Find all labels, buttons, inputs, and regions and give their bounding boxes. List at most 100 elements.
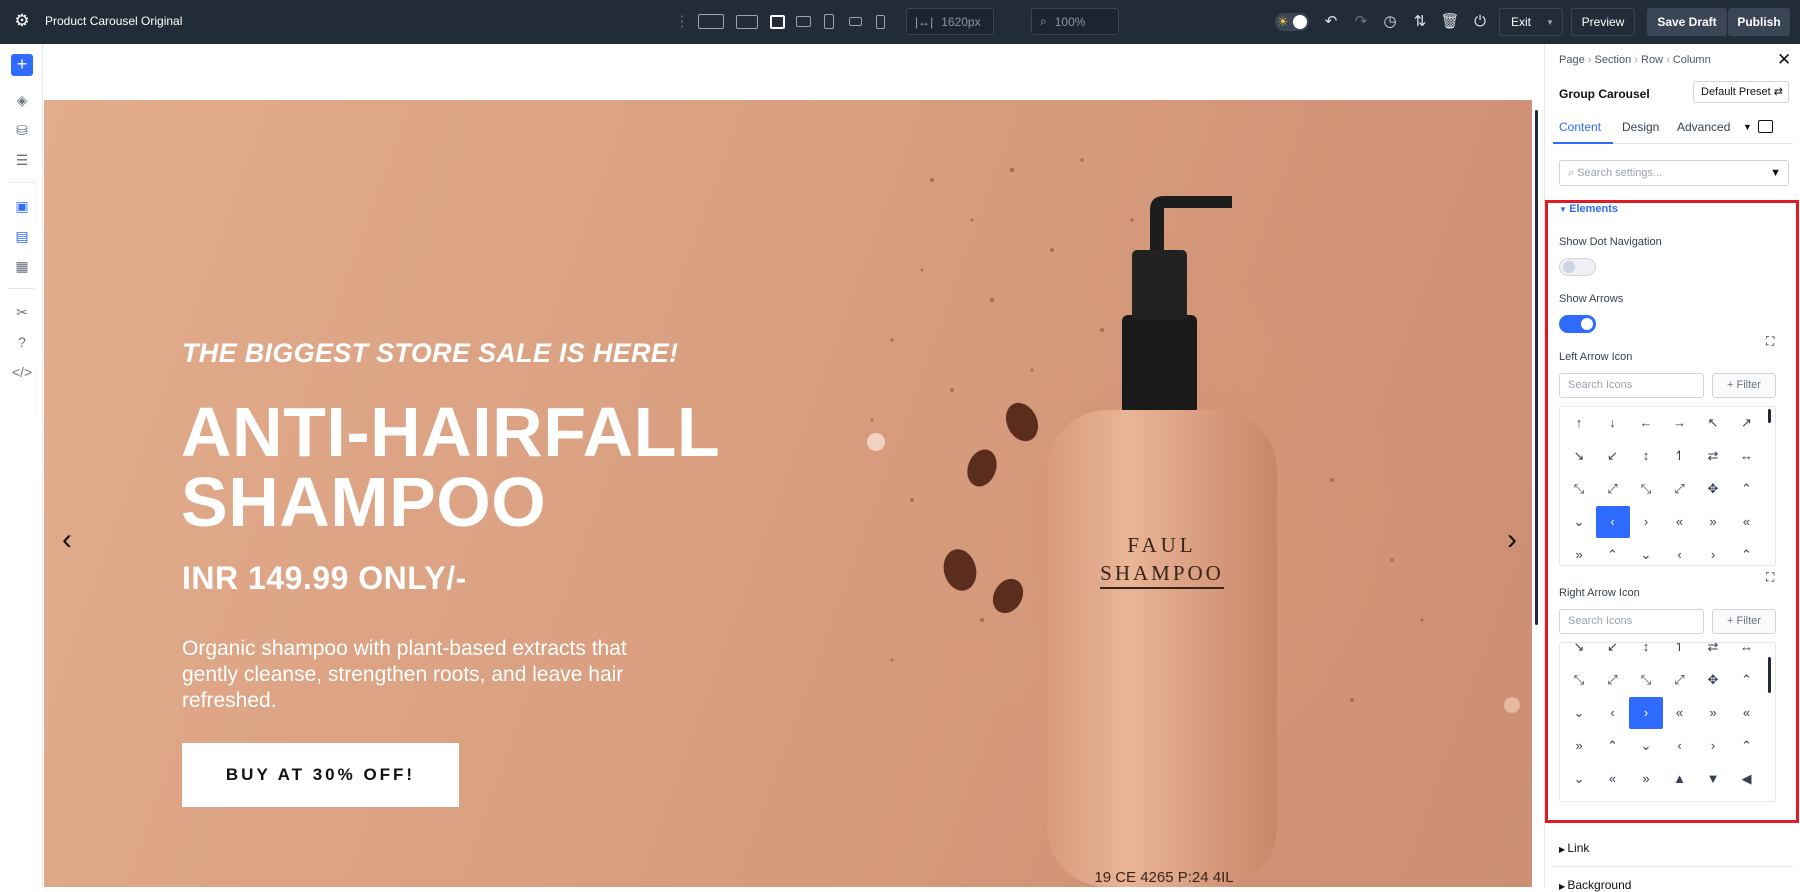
icon-option[interactable]: ↿: [1663, 440, 1697, 472]
tools-icon[interactable]: ✂: [11, 302, 33, 322]
zoom-field[interactable]: ⌕ 100%: [1031, 8, 1119, 35]
left-icon-search-input[interactable]: Search Icons: [1559, 373, 1704, 398]
icon-option[interactable]: ↘: [1562, 440, 1596, 472]
icon-option[interactable]: »: [1562, 730, 1596, 762]
redo-icon[interactable]: ↷: [1351, 12, 1371, 32]
icon-option[interactable]: «: [1730, 697, 1764, 729]
icon-option[interactable]: ✥: [1696, 473, 1730, 505]
desktop-icon[interactable]: [735, 13, 759, 30]
icon-option[interactable]: ‹: [1595, 506, 1630, 538]
link-section-header[interactable]: ▶ Link: [1559, 841, 1589, 855]
right-arrow-icon-grid[interactable]: ↘ ↙ ↕ ↿ ⇄ ↔ ⤡ ⤢ ⤡ ⤢ ✥ ⌃ ⌄ ‹ › «» «» ⌃ ⌄ ‹ › ⌃ ⌄ «» ▲ ▼ ◀: [1559, 642, 1776, 802]
icon-option[interactable]: ⌄: [1562, 697, 1596, 729]
carousel-slide[interactable]: FAUL SHAMPOO 19 CE 4265 P:24 4IL THE BIG…: [44, 100, 1532, 887]
icon-option[interactable]: ⌃: [1730, 730, 1764, 762]
add-icon[interactable]: +: [11, 54, 33, 76]
canvas-scrollbar[interactable]: [1535, 110, 1538, 625]
phone-icon[interactable]: [875, 13, 885, 30]
icon-option[interactable]: ›: [1629, 697, 1663, 729]
tablet-icon[interactable]: [823, 13, 835, 30]
theme-toggle[interactable]: ☀: [1275, 13, 1309, 31]
publish-button[interactable]: Publish: [1728, 8, 1790, 36]
save-draft-button[interactable]: Save Draft: [1647, 8, 1727, 36]
sort-icon[interactable]: ⇅: [1410, 12, 1430, 32]
icon-option[interactable]: ↕: [1629, 643, 1663, 663]
icon-option[interactable]: ›: [1629, 506, 1663, 538]
icon-option[interactable]: ⤢: [1596, 473, 1630, 505]
icon-option[interactable]: ⤡: [1562, 473, 1596, 505]
icon-option[interactable]: ⇄: [1696, 643, 1730, 663]
icon-option[interactable]: ‹: [1596, 697, 1630, 729]
icon-option[interactable]: ⌄: [1562, 763, 1596, 795]
icon-option[interactable]: ⌄: [1629, 730, 1663, 762]
icon-option[interactable]: ↗: [1730, 407, 1764, 439]
breadcrumb-row[interactable]: Row: [1641, 54, 1663, 66]
icon-option[interactable]: ⤢: [1663, 664, 1697, 696]
icon-option[interactable]: ◀: [1730, 763, 1764, 795]
database-icon[interactable]: ⛁: [11, 120, 33, 140]
icon-option[interactable]: »: [1629, 763, 1663, 795]
icon-option[interactable]: ↙: [1596, 440, 1630, 472]
icon-option[interactable]: «: [1730, 506, 1764, 538]
icon-option[interactable]: ›: [1696, 730, 1730, 762]
canvas-width-field[interactable]: |↔| 1620px: [906, 8, 994, 35]
fullscreen-icon[interactable]: ⛶: [1766, 334, 1774, 349]
undo-icon[interactable]: ↶: [1321, 12, 1341, 32]
icon-option[interactable]: «: [1663, 506, 1697, 538]
icon-option[interactable]: ↕: [1629, 440, 1663, 472]
icon-option[interactable]: ▲: [1663, 763, 1697, 795]
icon-option[interactable]: »: [1696, 697, 1730, 729]
icon-option[interactable]: ⇄: [1696, 440, 1730, 472]
show-arrows-toggle[interactable]: [1559, 315, 1596, 333]
chevron-right-icon[interactable]: ›: [1497, 520, 1527, 560]
icon-option[interactable]: ⌄: [1629, 539, 1663, 565]
icon-option[interactable]: »: [1562, 539, 1596, 565]
icon-option[interactable]: ⤡: [1629, 664, 1663, 696]
help-icon[interactable]: ?: [11, 332, 33, 352]
history-icon[interactable]: ◷: [1380, 12, 1400, 32]
left-icon-filter-button[interactable]: + Filter: [1712, 373, 1776, 398]
icon-option[interactable]: ⌃: [1730, 664, 1764, 696]
icon-option[interactable]: ↔: [1730, 643, 1764, 663]
drag-handle-icon[interactable]: ⋮: [672, 12, 692, 32]
caret-down-icon[interactable]: ▼: [1743, 122, 1752, 132]
settings-search-input[interactable]: ⌕ Search settings... ▼: [1559, 160, 1789, 186]
code-icon[interactable]: </>: [11, 362, 33, 382]
icon-option[interactable]: ↔: [1730, 440, 1764, 472]
icon-option[interactable]: »: [1696, 506, 1730, 538]
preview-button[interactable]: Preview: [1571, 8, 1635, 36]
fullscreen-icon[interactable]: ⛶: [1766, 570, 1774, 585]
icon-option[interactable]: «: [1663, 697, 1697, 729]
icon-option[interactable]: ↓: [1596, 407, 1630, 439]
icon-grid-scrollbar[interactable]: [1768, 657, 1771, 693]
right-icon-filter-button[interactable]: + Filter: [1712, 609, 1776, 634]
icon-option[interactable]: «: [1596, 763, 1630, 795]
icon-option[interactable]: ⌃: [1730, 473, 1764, 505]
icon-option[interactable]: ⤢: [1596, 664, 1630, 696]
tab-advanced[interactable]: Advanced: [1677, 120, 1730, 134]
tab-content[interactable]: Content: [1559, 120, 1601, 134]
tab-design[interactable]: Design: [1622, 120, 1659, 134]
cta-button[interactable]: BUY AT 30% OFF!: [182, 743, 459, 807]
filter-icon[interactable]: ▼: [1770, 161, 1781, 185]
breadcrumb-section[interactable]: Section: [1595, 54, 1632, 66]
icon-option[interactable]: ↙: [1596, 643, 1630, 663]
desktop-wide-icon[interactable]: [697, 13, 725, 30]
icon-option[interactable]: ⌄: [1562, 506, 1596, 538]
breadcrumb-page[interactable]: Page: [1559, 54, 1585, 66]
icon-option[interactable]: ←: [1629, 407, 1663, 439]
phone-landscape-icon[interactable]: [848, 13, 862, 30]
chevron-down-icon[interactable]: ▼: [1546, 18, 1554, 27]
left-arrow-icon-grid[interactable]: ↑ ↓ ← → ↖ ↗ ↘ ↙ ↕ ↿ ⇄ ↔ ⤡ ⤢ ⤡ ⤢ ✥ ⌃ ⌄ ‹ › «» «» ⌃ ⌄ ‹ › ⌃: [1559, 406, 1776, 566]
template-settings-icon[interactable]: ▦: [11, 256, 33, 276]
gear-icon[interactable]: ⚙: [12, 11, 32, 31]
icon-grid-scrollbar[interactable]: [1768, 409, 1771, 423]
icon-option[interactable]: ↑: [1562, 407, 1596, 439]
panel-toggle-icon[interactable]: [1758, 120, 1773, 133]
icon-option[interactable]: ⌃: [1596, 539, 1630, 565]
layers-icon[interactable]: ◈: [11, 90, 33, 110]
icon-option[interactable]: ›: [1696, 539, 1730, 565]
icon-option[interactable]: ‹: [1663, 539, 1697, 565]
icon-option[interactable]: ▼: [1696, 763, 1730, 795]
chevron-left-icon[interactable]: ‹: [52, 520, 82, 560]
